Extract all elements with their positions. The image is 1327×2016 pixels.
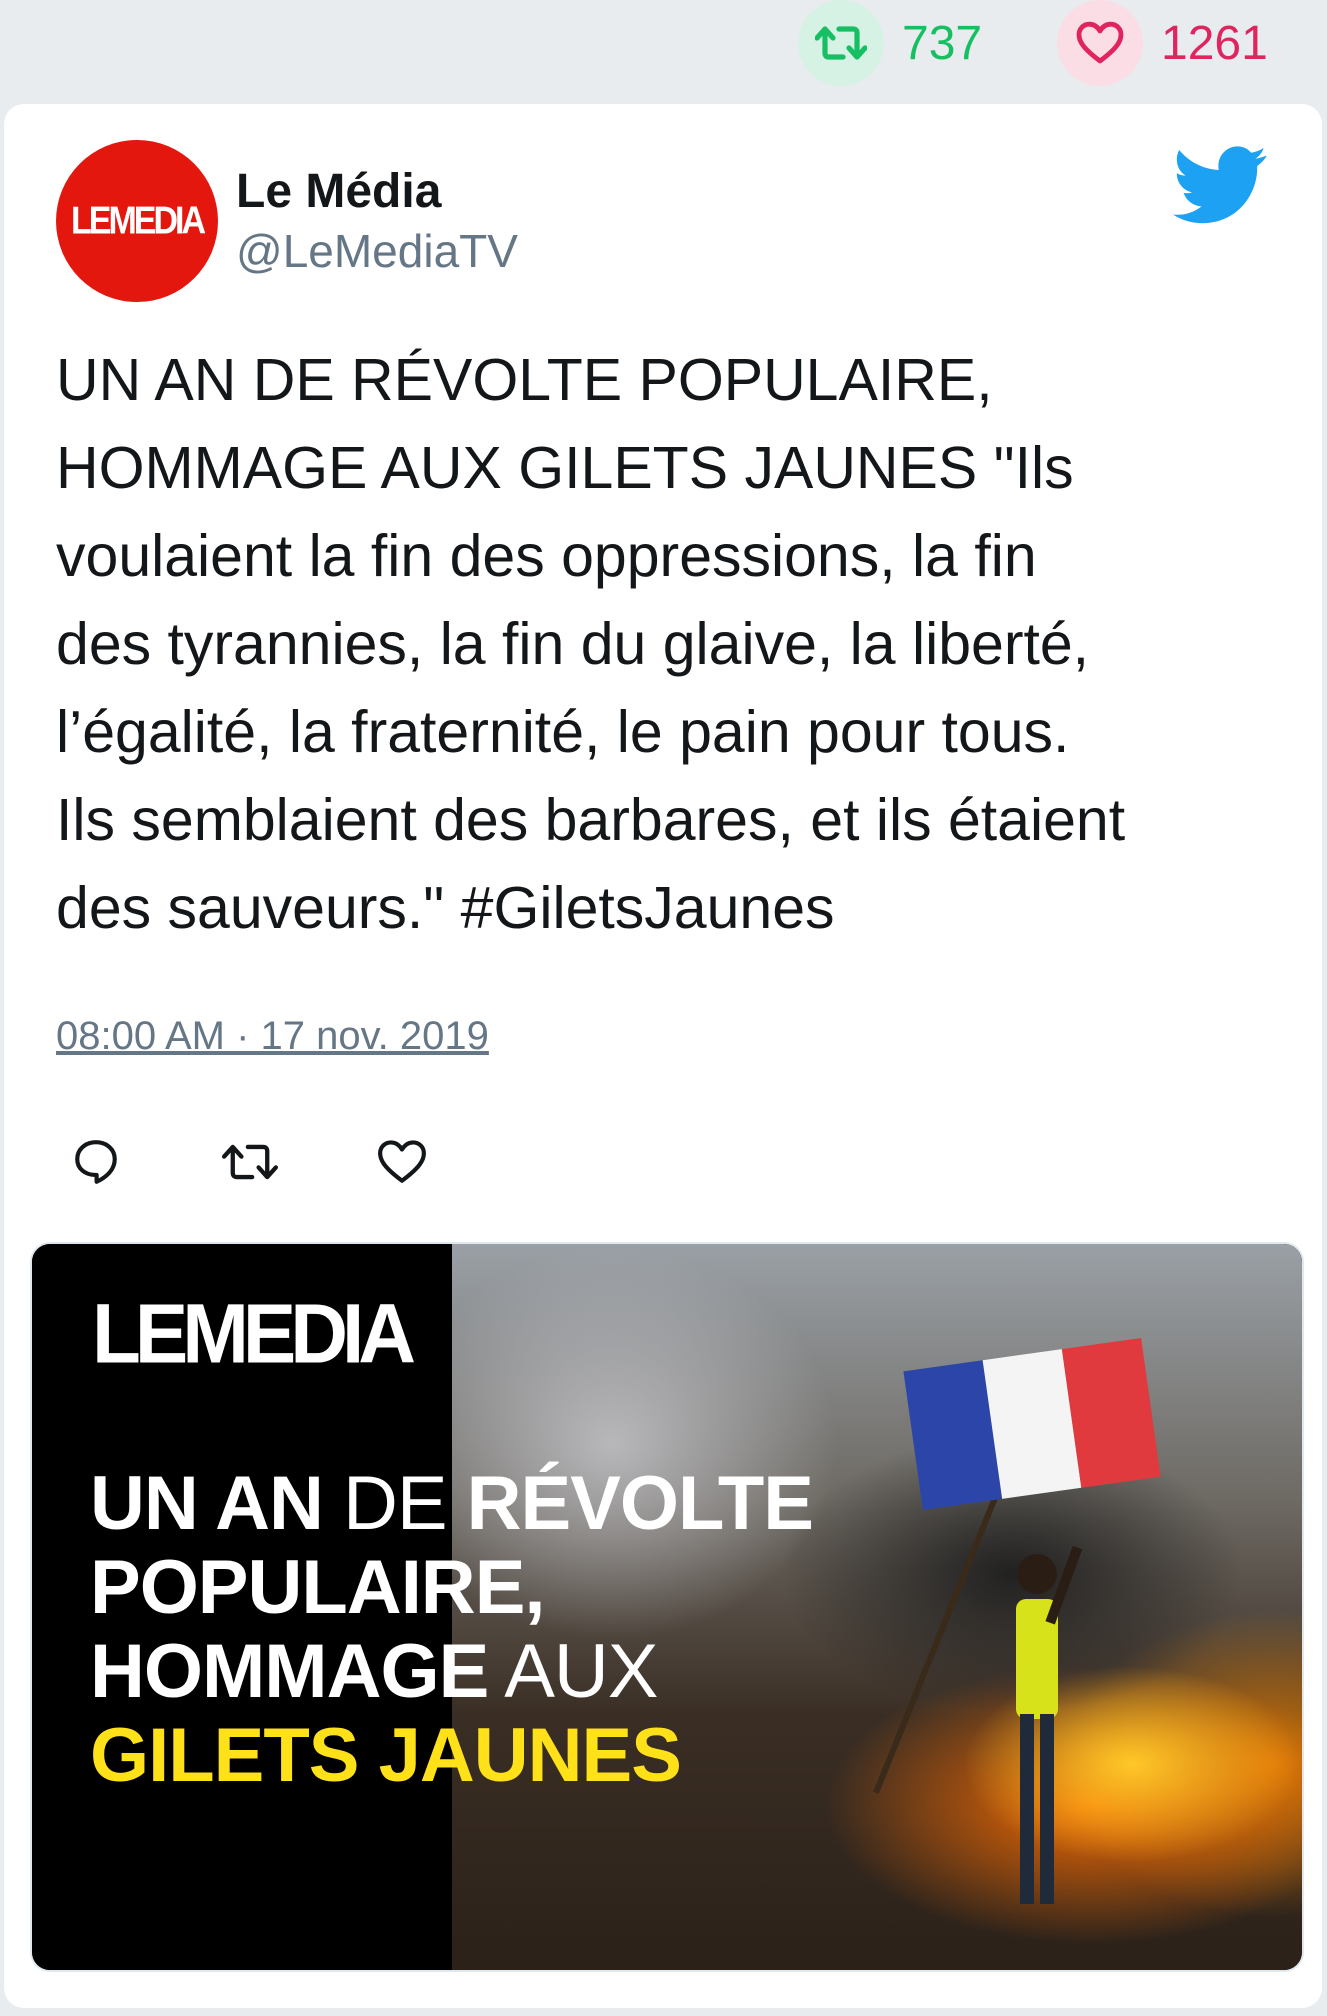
- tweet-timestamp[interactable]: 08:00 AM · 17 nov. 2019: [56, 1014, 489, 1059]
- media-headline: UN AN DE RÉVOLTE POPULAIRE, HOMMAGE AUX …: [90, 1461, 814, 1798]
- media-image[interactable]: LEMEDIA UN AN DE RÉVOLTE POPULAIRE, HOMM…: [30, 1242, 1304, 1972]
- tweet-text: UN AN DE RÉVOLTE POPULAIRE, HOMMAGE AUX …: [56, 347, 1126, 941]
- reply-button[interactable]: [64, 1130, 128, 1194]
- heart-icon: [378, 1140, 426, 1183]
- tweet-card[interactable]: LEMEDIA Le Média @LeMediaTV UN AN DE RÉV…: [4, 104, 1322, 2008]
- display-name[interactable]: Le Média: [236, 164, 441, 219]
- media-logo: LEMEDIA: [92, 1286, 416, 1381]
- like-stat[interactable]: 1261: [1057, 0, 1268, 86]
- like-count: 1261: [1161, 16, 1268, 70]
- retweet-button[interactable]: [218, 1130, 282, 1194]
- headline-line-3: HOMMAGE AUX: [90, 1629, 659, 1714]
- retweet-icon: [798, 0, 884, 86]
- avatar-logo: LEMEDIA: [71, 198, 206, 243]
- heart-icon: [1057, 0, 1143, 86]
- like-button[interactable]: [370, 1130, 434, 1194]
- headline-line-2: POPULAIRE,: [90, 1545, 545, 1630]
- engagement-stats: 737 1261: [0, 0, 1327, 100]
- protester-figure: [1016, 1545, 1082, 1904]
- twitter-bird-icon[interactable]: [1172, 146, 1268, 226]
- retweet-stat[interactable]: 737: [798, 0, 982, 86]
- retweet-icon: [222, 1144, 278, 1180]
- headline-line-1: UN AN DE RÉVOLTE: [90, 1461, 814, 1546]
- user-handle[interactable]: @LeMediaTV: [236, 224, 518, 278]
- retweet-count: 737: [902, 16, 983, 70]
- headline-line-4: GILETS JAUNES: [90, 1713, 682, 1798]
- avatar[interactable]: LEMEDIA: [56, 140, 218, 302]
- reply-icon: [75, 1140, 117, 1184]
